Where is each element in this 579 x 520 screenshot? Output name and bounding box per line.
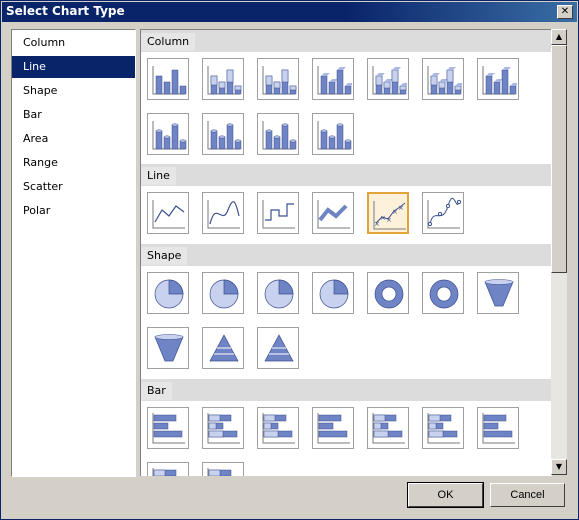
group-label-column: Column xyxy=(141,33,196,51)
column-stacked-thumbnail[interactable] xyxy=(202,58,244,100)
column-3d-stacked-thumbnail[interactable] xyxy=(367,58,409,100)
select-chart-type-dialog: Select Chart Type ✕ Column Line Shape Ba… xyxy=(0,0,579,520)
close-button[interactable]: ✕ xyxy=(557,5,573,19)
cylinder-stacked-thumbnail[interactable] xyxy=(202,113,244,155)
pyramid-3d-thumbnail[interactable] xyxy=(257,327,299,369)
pie-3d-thumbnail[interactable] xyxy=(257,272,299,314)
category-item-bar[interactable]: Bar xyxy=(12,104,135,126)
category-item-area[interactable]: Area xyxy=(12,128,135,150)
group-header-shape: Shape xyxy=(141,244,552,266)
column-3d-100-stacked-thumbnail[interactable] xyxy=(422,58,464,100)
group-label-line: Line xyxy=(141,167,176,185)
chart-category-list: Column Line Shape Bar Area Range Scatter… xyxy=(11,29,136,477)
title-bar: Select Chart Type ✕ xyxy=(2,2,577,22)
exploded-doughnut-thumbnail[interactable] xyxy=(422,272,464,314)
group-header-column: Column xyxy=(141,30,552,52)
pie-thumbnail[interactable] xyxy=(147,272,189,314)
bar-3d-stacked-thumbnail[interactable] xyxy=(367,407,409,449)
column-100-stacked-thumbnail[interactable] xyxy=(257,58,299,100)
svg-text:×: × xyxy=(392,208,398,216)
column-3d-thumbnail[interactable] xyxy=(477,58,519,100)
funnel-3d-thumbnail[interactable] xyxy=(147,327,189,369)
stepped-line-thumbnail[interactable] xyxy=(257,192,299,234)
category-item-range[interactable]: Range xyxy=(12,152,135,174)
ok-button[interactable]: OK xyxy=(407,482,484,508)
group-header-line: Line xyxy=(141,164,552,186)
column-clustered-thumbnail[interactable] xyxy=(147,58,189,100)
scroll-up-button[interactable]: ▲ xyxy=(551,29,567,45)
category-item-column[interactable]: Column xyxy=(12,32,135,54)
scrollbar-thumb[interactable] xyxy=(551,45,567,273)
line-3d-thumbnail[interactable] xyxy=(312,192,354,234)
exploded-pie-thumbnail[interactable] xyxy=(202,272,244,314)
line-thumbnail[interactable] xyxy=(147,192,189,234)
svg-text:×: × xyxy=(374,220,380,228)
column-3d-clustered-thumbnail[interactable] xyxy=(312,58,354,100)
category-item-scatter[interactable]: Scatter xyxy=(12,176,135,198)
bar-clustered-thumbnail[interactable] xyxy=(147,407,189,449)
bar-100-stacked-thumbnail[interactable] xyxy=(257,407,299,449)
smooth-line-thumbnail[interactable] xyxy=(202,192,244,234)
group-label-shape: Shape xyxy=(141,247,188,265)
cylinder-3d-thumbnail[interactable] xyxy=(312,113,354,155)
group-label-bar: Bar xyxy=(141,382,172,400)
cancel-button[interactable]: Cancel xyxy=(490,483,565,507)
bar-cylinder-stacked-thumbnail[interactable] xyxy=(147,462,189,476)
scroll-down-button[interactable]: ▼ xyxy=(551,459,567,475)
vertical-scrollbar[interactable]: ▲ ▼ xyxy=(551,29,567,475)
category-item-polar[interactable]: Polar xyxy=(12,200,135,222)
cylinder-100-stacked-thumbnail[interactable] xyxy=(257,113,299,155)
doughnut-thumbnail[interactable] xyxy=(367,272,409,314)
svg-text:×: × xyxy=(386,216,392,224)
svg-text:×: × xyxy=(398,204,404,212)
svg-text:×: × xyxy=(380,214,386,222)
smooth-line-markers-thumbnail[interactable] xyxy=(422,192,464,234)
close-icon: ✕ xyxy=(560,6,570,17)
funnel-thumbnail[interactable] xyxy=(477,272,519,314)
bar-cylinder-100-stacked-thumbnail[interactable] xyxy=(202,462,244,476)
dialog-title: Select Chart Type xyxy=(6,4,125,18)
bar-3d-100-stacked-thumbnail[interactable] xyxy=(422,407,464,449)
line-markers-thumbnail[interactable]: × × × × × xyxy=(367,192,409,234)
pyramid-thumbnail[interactable] xyxy=(202,327,244,369)
bar-stacked-thumbnail[interactable] xyxy=(202,407,244,449)
bar-cylinder-thumbnail[interactable] xyxy=(477,407,519,449)
category-item-line[interactable]: Line xyxy=(12,56,135,78)
bar-3d-clustered-thumbnail[interactable] xyxy=(312,407,354,449)
exploded-pie-3d-thumbnail[interactable] xyxy=(312,272,354,314)
chart-type-gallery: Column Line Shape Bar × × × × × xyxy=(140,29,552,476)
group-header-bar: Bar xyxy=(141,379,552,401)
category-item-shape[interactable]: Shape xyxy=(12,80,135,102)
cylinder-clustered-thumbnail[interactable] xyxy=(147,113,189,155)
